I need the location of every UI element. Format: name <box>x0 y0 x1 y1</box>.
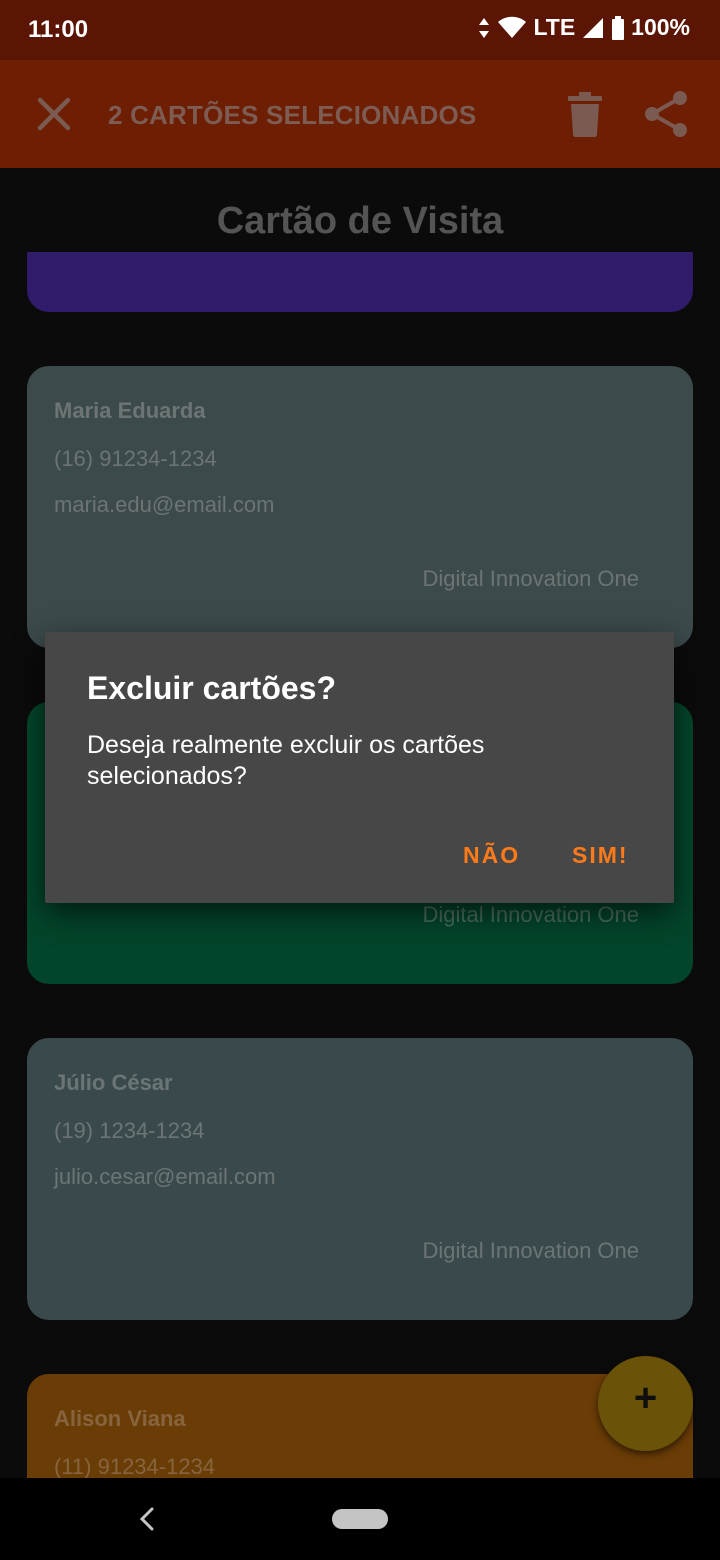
signal-icon <box>583 17 604 38</box>
dialog-title: Excluir cartões? <box>87 670 336 706</box>
business-card[interactable]: Alison Viana (11) 91234-1234 <box>27 1374 693 1478</box>
selection-count-title: 2 CARTÕES SELECIONADOS <box>108 100 477 130</box>
card-name: Alison Viana <box>54 1406 186 1431</box>
card-email: maria.edu@email.com <box>54 492 275 517</box>
navigation-bar <box>0 1478 720 1560</box>
nav-back-button[interactable] <box>136 1506 158 1532</box>
delete-confirm-dialog: Excluir cartões? Deseja realmente exclui… <box>45 632 674 903</box>
card-company: Digital Innovation One <box>422 902 639 927</box>
share-button[interactable] <box>640 88 692 140</box>
selection-app-bar: 2 CARTÕES SELECIONADOS <box>0 60 720 168</box>
dialog-yes-button[interactable]: SIM! <box>572 842 629 869</box>
share-icon <box>645 91 687 137</box>
card-name: Júlio César <box>54 1070 173 1095</box>
status-icons: LTE 100% <box>477 14 690 41</box>
card-name: Maria Eduarda <box>54 398 206 423</box>
business-card[interactable] <box>27 252 693 312</box>
card-email: julio.cesar@email.com <box>54 1164 276 1189</box>
delete-icon <box>568 92 602 137</box>
card-phone: (16) 91234-1234 <box>54 446 217 471</box>
status-time: 11:00 <box>28 16 89 43</box>
delete-button[interactable] <box>562 90 608 140</box>
close-selection-button[interactable] <box>30 90 78 138</box>
card-company: Digital Innovation One <box>422 1238 639 1263</box>
add-icon: + <box>633 1376 658 1420</box>
data-arrows-icon <box>479 17 490 38</box>
business-card[interactable]: Júlio César (19) 1234-1234 julio.cesar@e… <box>27 1038 693 1320</box>
status-bar: 11:00 LTE 100% <box>0 0 720 60</box>
back-icon <box>139 1507 154 1531</box>
nav-home-button[interactable] <box>332 1509 388 1529</box>
card-phone: (11) 91234-1234 <box>54 1454 216 1478</box>
wifi-icon <box>498 16 527 38</box>
business-card[interactable]: Maria Eduarda (16) 91234-1234 maria.edu@… <box>27 366 693 648</box>
card-phone: (19) 1234-1234 <box>54 1118 205 1143</box>
page-title: Cartão de Visita <box>216 200 504 242</box>
close-icon <box>37 97 71 131</box>
add-card-button[interactable]: + <box>598 1356 693 1451</box>
network-type-label: LTE <box>533 14 576 40</box>
battery-percent: 100% <box>631 14 690 40</box>
dialog-message: Deseja realmente excluir os cartões sele… <box>87 731 485 790</box>
dialog-no-button[interactable]: NÃO <box>463 842 520 869</box>
battery-icon <box>612 15 625 40</box>
card-company: Digital Innovation One <box>422 566 639 591</box>
